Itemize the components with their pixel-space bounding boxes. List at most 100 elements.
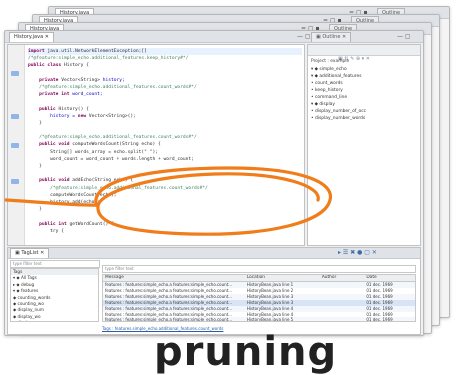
code-line[interactable]: private Vector<String> history;: [28, 77, 302, 84]
code-line[interactable]: /*@feature:simple_echo.additional_featur…: [28, 55, 302, 62]
code-line[interactable]: [28, 98, 302, 105]
code-token: word_count;: [72, 92, 103, 98]
outline-window-controls[interactable]: — ▢: [397, 32, 411, 41]
code-line[interactable]: }: [28, 120, 302, 127]
code-token: History() {: [58, 106, 89, 112]
table-row[interactable]: features : features:simple_echo.a featur…: [103, 317, 415, 322]
gutter-marker-icon: [11, 143, 19, 148]
code-token: private int: [28, 92, 73, 98]
tag-tree-item[interactable]: ◆ display_wo: [13, 320, 98, 321]
table-cell: features : features:simple_echo.a featur…: [105, 317, 233, 322]
code-line[interactable]: /*@feature:simple_echo.additional_featur…: [28, 185, 302, 192]
code-line[interactable]: computeWordsCount(echo);: [28, 192, 302, 199]
column-header[interactable]: Author: [320, 275, 365, 281]
gutter-marker-icon: [11, 179, 19, 184]
code-token: /*@feature:simple_echo.additional_featur…: [28, 84, 197, 90]
code-token: computeWordsCount(echo);: [28, 192, 117, 198]
code-token: public class: [28, 63, 64, 69]
code-line[interactable]: public class History {: [28, 62, 302, 69]
code-token: }: [28, 164, 42, 169]
code-token: history;: [102, 77, 125, 83]
code-line[interactable]: import java.util.NetworkElementException…: [28, 48, 302, 56]
editor-tabbar: History.java ✕ — ▢ ▣ Outline ✕ — ▢: [5, 31, 423, 43]
outline-item[interactable]: ▾ ◆ simple_echo: [311, 66, 420, 73]
table-cell: HistoryBean.java line 5: [246, 317, 294, 322]
table-cell: [320, 317, 365, 321]
filter-left-input[interactable]: type filter text: [10, 260, 100, 268]
outline-tab[interactable]: ▣ Outline ✕: [311, 32, 352, 42]
code-token: History {: [63, 63, 89, 69]
code-token: /*@feature:simple_echo.additional_featur…: [28, 185, 208, 191]
code-line[interactable]: word_count = word_count + words.length +…: [28, 156, 302, 163]
code-line[interactable]: String[] words_array = echo.split(" ");: [28, 149, 302, 156]
tags-tree[interactable]: Tags ▾ ◆ All Tags ▸ ◆ debug ▾ ◆ features…: [10, 268, 99, 322]
code-token: word_count = word_count + words.length +…: [28, 156, 194, 162]
column-header[interactable]: Message: [103, 275, 245, 281]
code-line[interactable]: try {: [28, 228, 302, 235]
code-token: getWordCount() {: [69, 221, 114, 227]
code-line[interactable]: history = new Vector<String>();: [28, 113, 302, 120]
code-token: import: [28, 49, 48, 54]
outline-item[interactable]: • command_line: [311, 94, 420, 101]
outline-item[interactable]: ▾ ◆ display: [311, 101, 420, 108]
tags-table-header: Message Location Author Date: [103, 275, 415, 282]
table-cell: 01 dec. 1969: [366, 317, 393, 322]
code-line[interactable]: public int getWordCount() {: [28, 221, 302, 228]
code-token: public void: [28, 142, 73, 148]
code-line[interactable]: /*@feature:simple_echo.additional_featur…: [28, 134, 302, 141]
outline-item[interactable]: • count_words: [311, 80, 420, 87]
code-line[interactable]: [28, 127, 302, 134]
gutter-marker-icon: [11, 71, 19, 76]
code-token: java.util.NetworkElementException;[]: [47, 49, 147, 54]
outline-panel: ▣ ⇅ ✎ ⊕ ▾ ✕ Project : example ▾ ◆ simple…: [307, 44, 421, 246]
editor-gutter: [8, 45, 25, 245]
code-lines[interactable]: import java.util.NetworkElementException…: [28, 48, 302, 235]
pruning-caption: pruning: [154, 329, 338, 375]
code-line[interactable]: }: [28, 163, 302, 170]
code-line[interactable]: [28, 213, 302, 220]
tags-table[interactable]: Message Location Author Date features : fea…: [102, 274, 416, 322]
tags-table-body: features : features:simple_echo.a featur…: [103, 282, 415, 322]
code-token: private: [28, 77, 62, 83]
code-line[interactable]: private int word_count;: [28, 91, 302, 98]
outline-item[interactable]: • display_number_of_occ: [311, 108, 420, 115]
column-header[interactable]: Date: [364, 275, 415, 281]
code-token: String[] words_array = echo.split(" ");: [28, 149, 158, 155]
code-line[interactable]: public void addEcho(String echo) {: [28, 177, 302, 184]
code-editor[interactable]: import java.util.NetworkElementException…: [7, 44, 305, 246]
outline-item[interactable]: • keep_history: [311, 87, 420, 94]
code-token: history =: [28, 113, 78, 119]
code-token: /*@feature:simple_echo.additional_featur…: [28, 135, 197, 141]
editor-tab-history-java[interactable]: History.java ✕: [9, 32, 54, 42]
code-token: public int: [28, 221, 70, 227]
code-line[interactable]: [28, 70, 302, 77]
column-header[interactable]: Location: [245, 275, 320, 281]
code-token: }: [28, 120, 42, 126]
editor-window-controls[interactable]: — ▢: [297, 32, 311, 41]
code-line[interactable]: [28, 170, 302, 177]
code-line[interactable]: public void computeWordsCount(String ech…: [28, 141, 302, 148]
code-token: history.add(echo);: [28, 199, 100, 205]
outline-item[interactable]: • display_number_words: [311, 115, 420, 122]
taglist-panel: ▣ TagList ✕ ▸ ☰ ✖ ● ▢ ✕ type filter text…: [7, 247, 421, 335]
outline-tree: ▾ ◆ simple_echo ▾ ◆ additional_features …: [308, 66, 420, 122]
code-token: }: [28, 207, 42, 213]
code-line[interactable]: history.add(echo);: [28, 199, 302, 206]
code-token: public void: [28, 178, 73, 184]
code-token: Vector<String>: [61, 77, 103, 83]
code-token: public: [28, 106, 59, 112]
front-window: History.java ✕ — ▢ ▣ Outline ✕ — ▢ impor…: [4, 30, 424, 336]
code-token: try {: [28, 228, 64, 234]
taglist-tabbar: ▣ TagList ✕ ▸ ☰ ✖ ● ▢ ✕: [8, 248, 420, 259]
code-token: computeWordsCount(String echo) {: [72, 142, 161, 148]
taglist-toolbar-icons[interactable]: ▸ ☰ ✖ ● ▢ ✕: [338, 248, 377, 257]
code-token: addEcho(String echo) {: [72, 178, 134, 184]
taglist-tab[interactable]: ▣ TagList ✕: [10, 248, 50, 258]
code-line[interactable]: /*@feature:simple_echo.additional_featur…: [28, 84, 302, 91]
outline-item[interactable]: ▾ ◆ additional_features: [311, 73, 420, 80]
code-line[interactable]: public History() {: [28, 106, 302, 113]
code-token: Vector<String>();: [88, 113, 136, 119]
code-token: new: [77, 113, 89, 119]
code-line[interactable]: }: [28, 206, 302, 213]
filter-right-input[interactable]: type filter text: [102, 265, 416, 273]
